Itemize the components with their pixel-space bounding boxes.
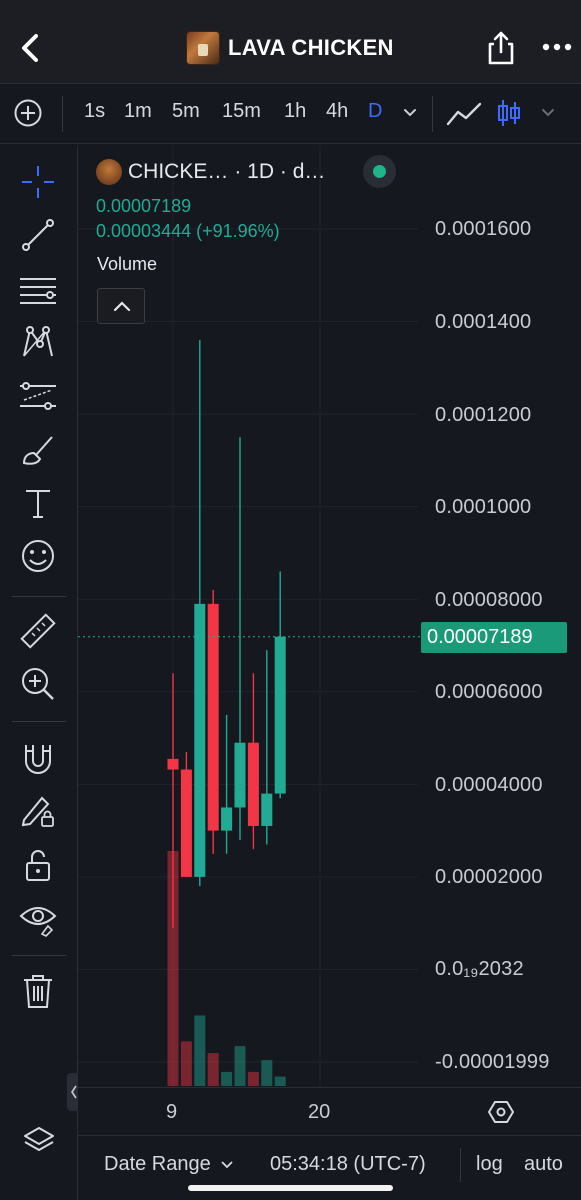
tf-1d-active[interactable]: D [368, 100, 382, 123]
y-axis-label: 0.0001200 [435, 404, 532, 426]
y-axis-label: 0.00008000 [435, 589, 543, 611]
candlestick-chart-icon[interactable] [495, 98, 523, 128]
toolbar-divider [432, 96, 433, 132]
rail-divider [12, 955, 66, 956]
y-axis-label: 0.00006000 [435, 681, 543, 703]
date-range-label: Date Range [104, 1153, 211, 1175]
hide-eye-icon[interactable] [18, 898, 58, 938]
title-wrap: LAVA CHICKEN [186, 30, 394, 66]
symbol-avatar [96, 159, 122, 185]
y-axis-label: -0.00001999 [435, 1051, 550, 1073]
top-bar: LAVA CHICKEN [0, 0, 581, 84]
home-indicator [188, 1185, 393, 1191]
magnet-icon[interactable] [18, 739, 58, 779]
legend-change: 0.00003444 (+91.96%) [96, 221, 280, 241]
y-axis-label: 0.0001400 [435, 311, 532, 333]
candle-body [274, 636, 286, 794]
auto-scale-toggle[interactable]: auto [524, 1153, 563, 1176]
candle-body [234, 742, 246, 808]
fib-retracement-icon[interactable] [18, 269, 58, 309]
pattern-icon[interactable] [18, 322, 58, 362]
collapse-legend-button[interactable] [97, 288, 145, 324]
lock-drawing-icon[interactable] [18, 790, 58, 830]
legend-symbol[interactable]: CHICKE… [128, 160, 228, 184]
chevron-down-icon[interactable] [402, 107, 418, 119]
layers-icon[interactable] [22, 1124, 56, 1158]
chevron-down-icon[interactable] [540, 107, 556, 119]
volume-label[interactable]: Volume [97, 254, 157, 275]
y-axis-label: 0.00004000 [435, 774, 543, 796]
brush-icon[interactable] [18, 429, 58, 469]
legend-price: 0.00007189 [96, 196, 192, 216]
volume-bar [180, 1041, 192, 1086]
chevron-down-icon [221, 1161, 233, 1169]
current-price-tag: 0.00007189 [421, 622, 567, 653]
tf-15m[interactable]: 15m [222, 100, 261, 123]
chart-legend: CHICKE… · 1D · d… [96, 155, 325, 189]
candle-body [194, 603, 206, 877]
page-title: LAVA CHICKEN [228, 35, 394, 60]
timeframe-toolbar: 1s 1m 5m 15m 1h 4h D [0, 84, 581, 144]
candle-body [247, 742, 259, 826]
share-icon[interactable] [485, 30, 517, 66]
candle-body [207, 603, 219, 831]
candle-body [221, 807, 233, 831]
add-indicator-icon[interactable] [13, 98, 43, 128]
trend-line-icon[interactable] [18, 215, 58, 255]
candle-body [180, 769, 192, 877]
log-scale-toggle[interactable]: log [476, 1153, 503, 1176]
more-horizontal-icon[interactable] [540, 40, 574, 54]
y-axis-label: 0.00002000 [435, 866, 543, 888]
tf-4h[interactable]: 4h [326, 100, 348, 123]
chart-grid [78, 145, 418, 1087]
toolbar-divider [62, 96, 63, 132]
x-axis-label: 20 [308, 1101, 331, 1123]
volume-bar [234, 1046, 246, 1086]
x-axis-label: 9 [166, 1101, 178, 1123]
market-status-dot[interactable] [363, 155, 396, 188]
crosshair-icon[interactable] [18, 162, 58, 202]
ruler-icon[interactable] [18, 611, 58, 651]
volume-bar [207, 1053, 219, 1086]
forecast-icon[interactable] [18, 376, 58, 416]
volume-bars [167, 851, 286, 1086]
y-axis-label: 0.0₁₉2032 [435, 958, 524, 980]
zoom-in-icon[interactable] [18, 664, 58, 704]
volume-bar [261, 1060, 273, 1086]
y-axis-label: 0.0001000 [435, 496, 532, 518]
candle-body [261, 793, 273, 826]
candle-body [167, 758, 179, 770]
text-tool-icon[interactable] [18, 483, 58, 523]
tf-1s[interactable]: 1s [84, 100, 105, 123]
volume-bar [194, 1015, 206, 1086]
volume-bar [247, 1071, 259, 1086]
tf-5m[interactable]: 5m [172, 100, 200, 123]
volume-bar [221, 1071, 233, 1086]
chevron-up-icon [113, 301, 131, 312]
footer-divider [460, 1148, 461, 1182]
legend-interval: · 1D · d… [234, 160, 326, 183]
tf-1m[interactable]: 1m [124, 100, 152, 123]
trash-icon[interactable] [18, 971, 58, 1011]
rail-divider [12, 721, 66, 722]
legend-symbol-row: CHICKE… · 1D · d… [96, 155, 325, 189]
date-range-button[interactable]: Date Range [104, 1153, 234, 1176]
line-chart-icon[interactable] [446, 100, 482, 128]
back-chevron-icon[interactable] [14, 28, 46, 68]
coin-avatar [186, 31, 220, 65]
rail-divider [12, 596, 66, 597]
candles [167, 340, 286, 928]
tf-1h[interactable]: 1h [284, 100, 306, 123]
y-axis-label: 0.0001600 [435, 218, 532, 240]
clock-readout[interactable]: 05:34:18 (UTC-7) [270, 1153, 426, 1176]
volume-bar [274, 1076, 286, 1086]
chart-settings-icon[interactable] [488, 1099, 514, 1125]
emoji-icon[interactable] [18, 536, 58, 576]
drawing-tools-rail [0, 145, 78, 1200]
unlock-icon[interactable] [18, 845, 58, 885]
